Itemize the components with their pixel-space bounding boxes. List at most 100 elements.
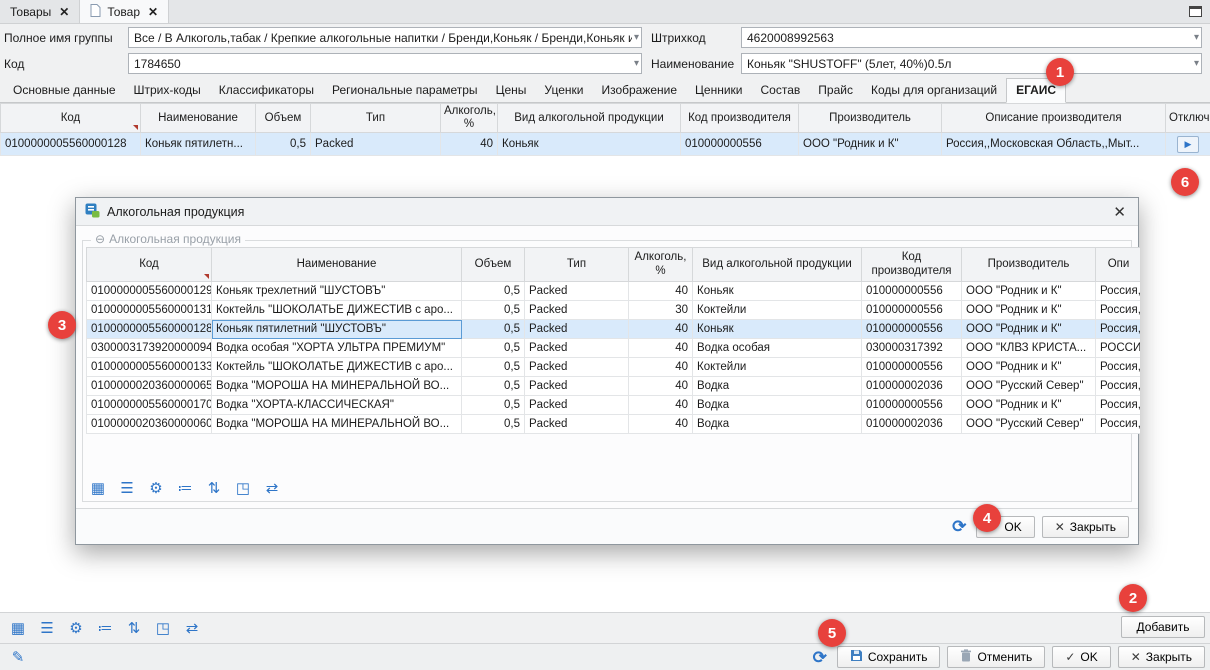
cell: ООО "Родник и К" [962,358,1096,377]
close-tab-icon[interactable]: ✕ [59,5,69,19]
tab-изображение[interactable]: Изображение [592,79,686,102]
table-row[interactable]: 0100000005560000170Водка "ХОРТА-КЛАССИЧЕ… [87,396,1141,415]
cancel-label: Отменить [977,650,1032,664]
chevron-down-icon[interactable]: ▾ [1192,58,1199,69]
collapse-icon[interactable]: ⊖ [95,232,105,246]
tab-региональные-параметры[interactable]: Региональные параметры [323,79,487,102]
filter-icon[interactable]: ☰ [118,481,136,496]
window-restore-icon[interactable] [1189,6,1202,17]
dialog-close-icon[interactable]: ✕ [1110,203,1129,221]
tab-классификаторы[interactable]: Классификаторы [210,79,323,102]
list-sort-icon[interactable]: ⇅ [125,621,143,636]
table-row[interactable]: 0100000020360000065Водка "МОРОША НА МИНЕ… [87,377,1141,396]
gear-icon[interactable]: ⚙ [147,481,165,496]
dialog-title-bar[interactable]: Алкогольная продукция ✕ [76,198,1138,226]
cell: 0100000020360000065 [87,377,212,396]
tab-основные-данные[interactable]: Основные данные [4,79,125,102]
column-header[interactable]: Код [1,104,141,133]
window-tab-label: Товары [10,5,51,19]
dialog-close-button[interactable]: ✕ Закрыть [1042,516,1129,538]
refresh-icon[interactable]: ⟳ [949,518,969,535]
column-header[interactable]: Тип [311,104,441,133]
chevron-down-icon[interactable]: ▾ [632,58,639,69]
column-header[interactable]: Наименование [212,248,462,282]
column-header[interactable]: Тип [525,248,629,282]
barcode-input[interactable]: 4620008992563 ▾ [741,27,1202,48]
code-input[interactable]: 1784650 ▾ [128,53,642,74]
table-row[interactable]: 0300003173920000094Водка особая "ХОРТА У… [87,339,1141,358]
refresh-list-icon[interactable]: ⇄ [183,621,201,636]
numbered-list-icon[interactable]: ≔ [176,481,194,496]
dialog-title: Алкогольная продукция [107,205,244,219]
ok-button[interactable]: ✓ OK [1052,646,1110,668]
column-header[interactable]: Производитель [799,104,942,133]
close-tab-icon[interactable]: ✕ [148,5,158,19]
cell: Россия,, [1096,377,1141,396]
column-header[interactable]: Опи [1096,248,1141,282]
cancel-button[interactable]: Отменить [947,646,1045,668]
edit-icon[interactable]: ✎ [5,646,31,668]
cell: ООО "Родник и К" [962,320,1096,339]
column-header[interactable]: Описание производителя [942,104,1166,133]
tab-прайс[interactable]: Прайс [809,79,862,102]
column-header[interactable]: Код производителя [681,104,799,133]
name-input[interactable]: Коньяк "SHUSTOFF" (5лет, 40%)0.5л ▾ [741,53,1202,74]
dialog-close-label: Закрыть [1070,520,1116,534]
column-header[interactable]: Вид алкогольной продукции [498,104,681,133]
column-header[interactable]: Алкоголь, % [441,104,498,133]
column-header[interactable]: Код производителя [862,248,962,282]
cell: Packed [525,339,629,358]
tab-штрих-коды[interactable]: Штрих-коды [125,79,210,102]
table-row[interactable]: 0100000005560000129Коньяк трехлетний "ШУ… [87,282,1141,301]
table-row[interactable]: 0100000005560000133Коктейль "ШОКОЛАТЬЕ Д… [87,358,1141,377]
window-tab-tovary[interactable]: Товары ✕ [0,0,80,23]
save-button[interactable]: Сохранить [837,646,941,668]
annotation-badge-1: 1 [1046,58,1074,86]
table-row[interactable]: 0100000005560000131Коктейль "ШОКОЛАТЬЕ Д… [87,301,1141,320]
column-header[interactable]: Алкоголь, % [629,248,693,282]
column-header[interactable]: Объем [462,248,525,282]
filter-icon[interactable]: ☰ [38,621,56,636]
chevron-down-icon[interactable]: ▾ [632,32,639,43]
cell: Россия,, [1096,396,1141,415]
tab-цены[interactable]: Цены [487,79,536,102]
tab-состав[interactable]: Состав [752,79,810,102]
export-icon[interactable]: ◳ [234,481,252,496]
column-header[interactable]: Код [87,248,212,282]
code-label: Код [4,54,24,74]
chevron-down-icon[interactable]: ▾ [1192,32,1199,43]
list-sort-icon[interactable]: ⇅ [205,481,223,496]
dialog-ok-label: OK [1004,520,1021,534]
column-header[interactable]: Объем [256,104,311,133]
alcohol-products-table: КодНаименованиеОбъемТипАлкоголь, %Вид ал… [86,247,1140,434]
gear-icon[interactable]: ⚙ [67,621,85,636]
tab-ценники[interactable]: Ценники [686,79,751,102]
refresh-list-icon[interactable]: ⇄ [263,481,281,496]
cell: 0,5 [462,377,525,396]
cell: ООО "Родник и К" [962,396,1096,415]
cell: 40 [629,339,693,358]
grid-icon[interactable]: ▦ [9,621,27,636]
numbered-list-icon[interactable]: ≔ [96,621,114,636]
dialog-grid-toolbar: ▦ ☰ ⚙ ≔ ⇅ ◳ ⇄ [89,481,281,496]
table-row[interactable]: 0100000020360000060Водка "МОРОША НА МИНЕ… [87,415,1141,434]
table-row[interactable]: 0100000005560000128Коньяк пятилетн...0,5… [1,133,1210,156]
add-button[interactable]: Добавить [1121,616,1205,638]
column-header[interactable]: Вид алкогольной продукции [693,248,862,282]
tab-уценки[interactable]: Уценки [535,79,592,102]
code-value: 1784650 [134,57,632,71]
tab-коды-для-организаций[interactable]: Коды для организаций [862,79,1006,102]
window-tab-tovar[interactable]: Товар ✕ [80,0,169,23]
column-header[interactable]: Отключи [1166,104,1210,133]
close-button[interactable]: ✕ Закрыть [1118,646,1205,668]
row-detail-play-icon[interactable]: ▶ [1177,136,1199,153]
export-icon[interactable]: ◳ [154,621,172,636]
grid-icon[interactable]: ▦ [89,481,107,496]
column-header[interactable]: Наименование [141,104,256,133]
group-name-input[interactable]: Все / В Алкоголь,табак / Крепкие алкогол… [128,27,642,48]
refresh-icon[interactable]: ⟳ [810,649,830,666]
column-header[interactable]: Производитель [962,248,1096,282]
table-row[interactable]: 0100000005560000128Коньяк пятилетний "ШУ… [87,320,1141,339]
cell: Россия,, [1096,301,1141,320]
save-icon [850,649,863,665]
